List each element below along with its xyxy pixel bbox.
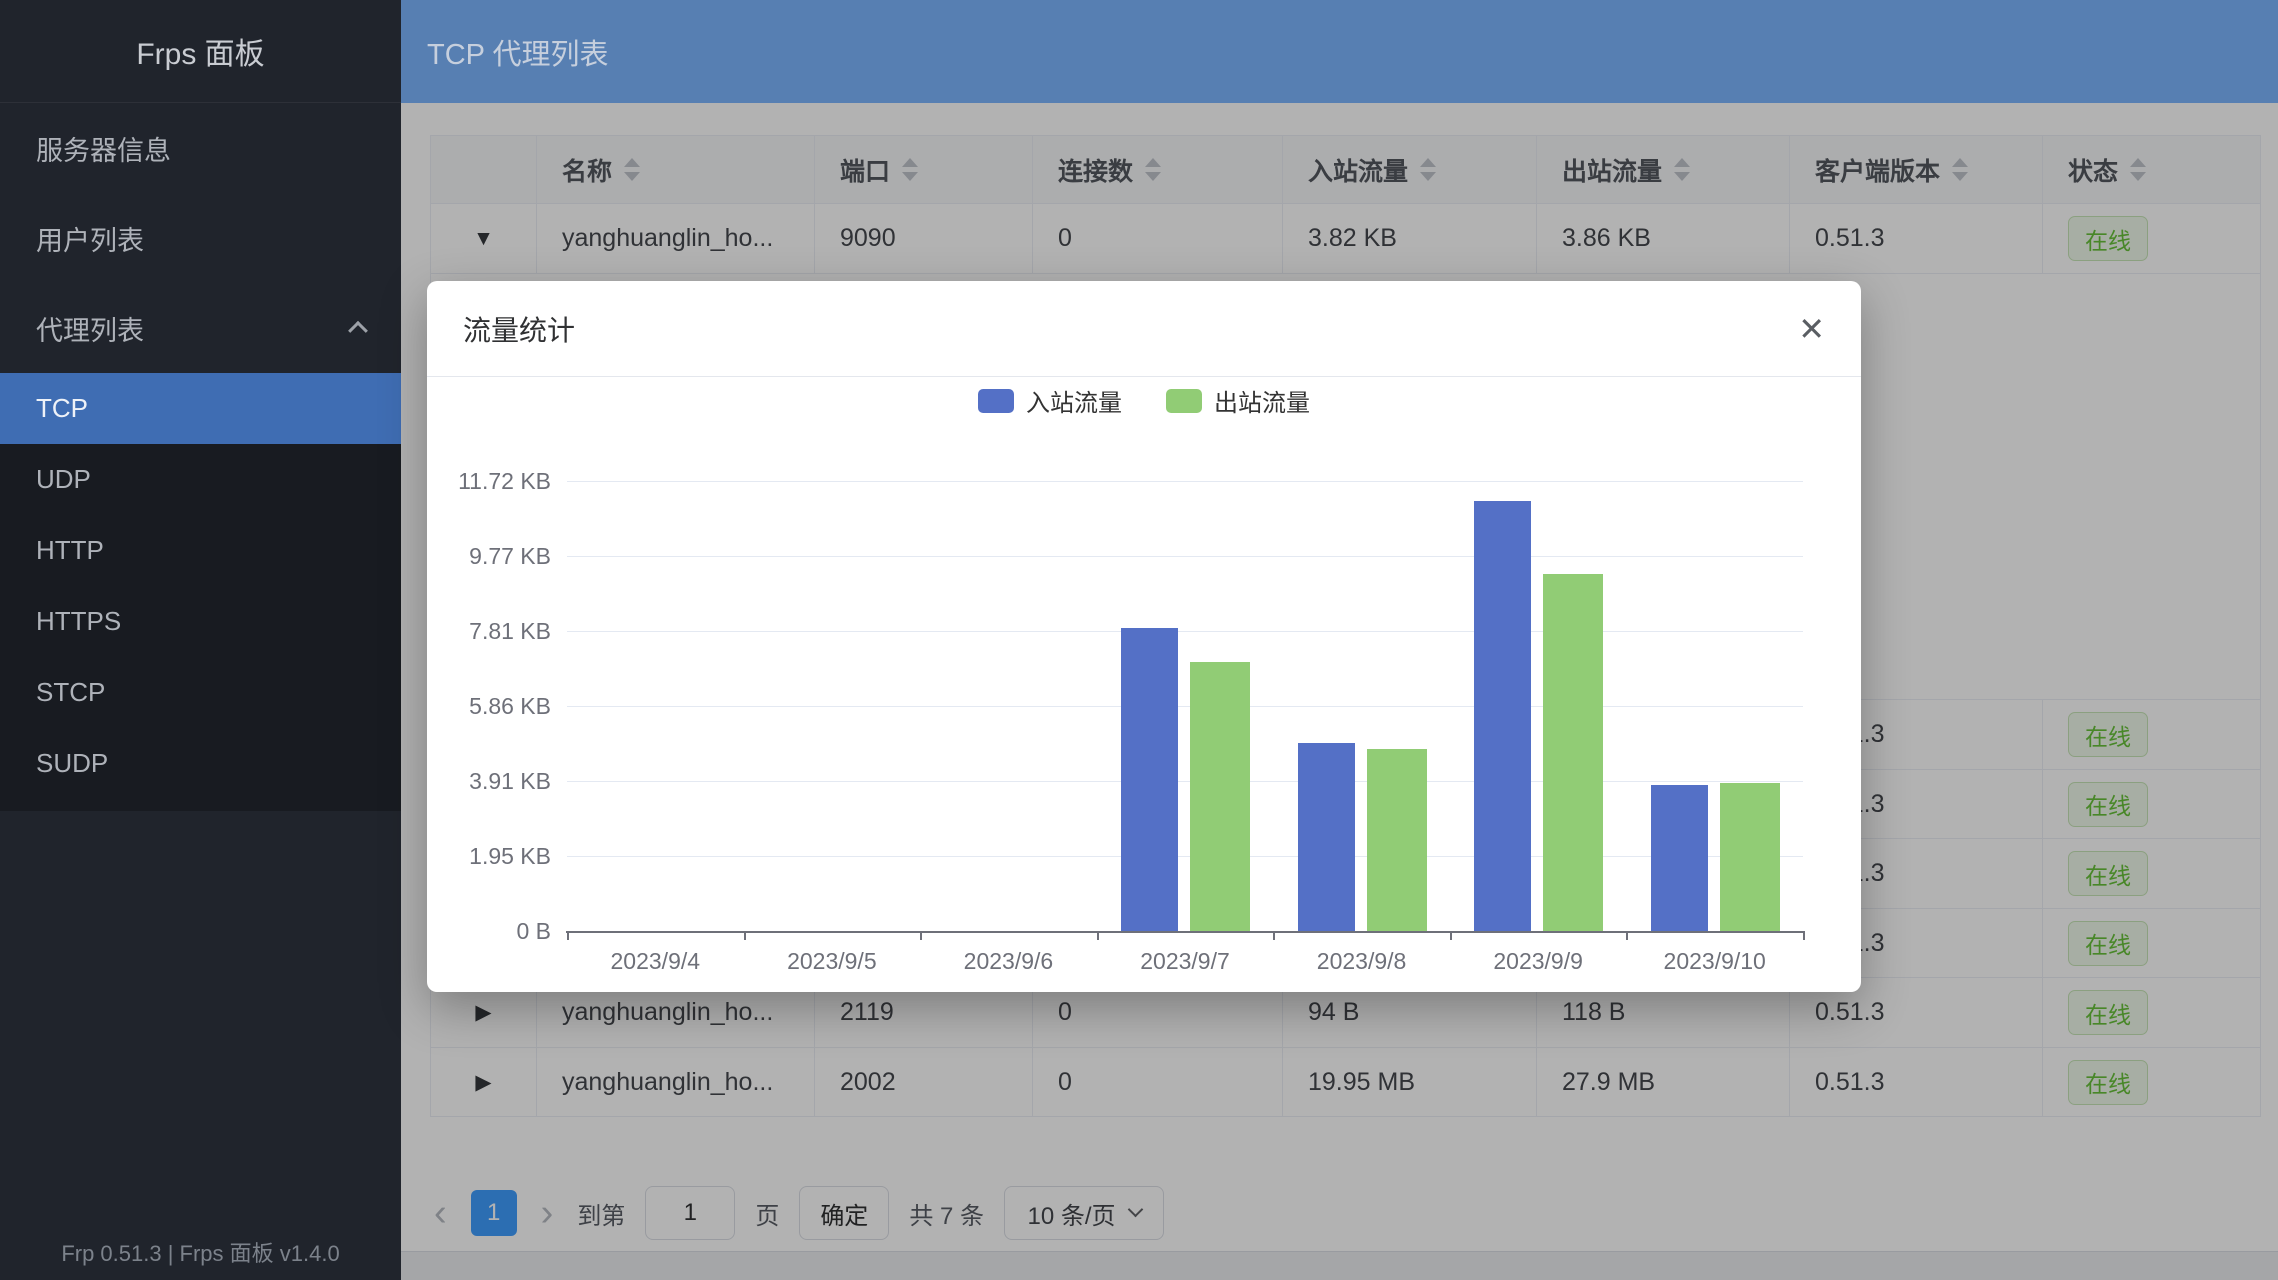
bar-inbound-2023/9/8 (1298, 743, 1355, 931)
x-axis-tick-label: 2023/9/5 (744, 947, 920, 975)
chart-gridline (567, 856, 1803, 857)
proxy-submenu: TCP UDP HTTP HTTPS STCP SUDP (0, 373, 401, 811)
x-axis-tick (1450, 931, 1452, 940)
y-axis-tick-label: 11.72 KB (427, 466, 551, 496)
y-axis-tick-label: 1.95 KB (427, 841, 551, 871)
bar-outbound-2023/9/10 (1720, 783, 1780, 931)
x-axis-tick (744, 931, 746, 940)
sidebar-item-user-list[interactable]: 用户列表 (0, 193, 401, 283)
chart-legend: 入站流量 出站流量 (427, 383, 1861, 418)
x-axis-tick (1097, 931, 1099, 940)
x-axis-tick (1273, 931, 1275, 940)
sidebar-item-https[interactable]: HTTPS (0, 586, 401, 657)
sidebar-item-label: HTTP (36, 535, 104, 566)
x-axis-tick (1803, 931, 1805, 940)
sidebar-item-udp[interactable]: UDP (0, 444, 401, 515)
y-axis-tick-label: 9.77 KB (427, 541, 551, 571)
sidebar-item-label: 代理列表 (36, 309, 144, 348)
bar-inbound-2023/9/7 (1121, 628, 1178, 931)
legend-label: 入站流量 (1026, 383, 1122, 418)
x-axis-tick-label: 2023/9/9 (1450, 947, 1626, 975)
sidebar-item-sudp[interactable]: SUDP (0, 728, 401, 799)
y-axis-tick-label: 5.86 KB (427, 691, 551, 721)
chart-gridline (567, 481, 1803, 482)
x-axis-tick (567, 931, 569, 940)
sidebar-item-label: UDP (36, 464, 91, 495)
legend-item-inbound[interactable]: 入站流量 (978, 383, 1122, 418)
bar-inbound-2023/9/9 (1474, 501, 1531, 931)
legend-swatch-inbound (978, 389, 1014, 413)
sidebar: Frps 面板 服务器信息 用户列表 代理列表 TCP UDP HTTP (0, 0, 401, 1280)
legend-item-outbound[interactable]: 出站流量 (1166, 383, 1310, 418)
x-axis-tick-label: 2023/9/6 (920, 947, 1096, 975)
x-axis-tick-label: 2023/9/8 (1274, 947, 1450, 975)
chevron-up-icon (348, 321, 368, 341)
x-axis-tick (1626, 931, 1628, 940)
sidebar-menu: 服务器信息 用户列表 代理列表 TCP UDP HTTP H (0, 103, 401, 811)
chart-gridline (567, 631, 1803, 632)
version-footer: Frp 0.51.3 | Frps 面板 v1.4.0 (0, 1236, 401, 1268)
chart-gridline (567, 781, 1803, 782)
bar-outbound-2023/9/8 (1367, 749, 1427, 931)
sidebar-item-tcp[interactable]: TCP (0, 373, 401, 444)
chart-gridline (567, 706, 1803, 707)
sidebar-item-label: HTTPS (36, 606, 121, 637)
bar-outbound-2023/9/7 (1190, 662, 1250, 931)
sidebar-item-proxy-list[interactable]: 代理列表 (0, 283, 401, 373)
frps-dashboard-app: Frps 面板 服务器信息 用户列表 代理列表 TCP UDP HTTP (0, 0, 2278, 1280)
page-header: TCP 代理列表 (401, 0, 2278, 103)
traffic-stats-dialog: 流量统计 ✕ 入站流量 出站流量 0 B1.95 KB3.91 KB5.86 K… (427, 281, 1861, 992)
y-axis-tick-label: 0 B (427, 916, 551, 946)
x-axis-tick-label: 2023/9/7 (1097, 947, 1273, 975)
x-axis-tick (920, 931, 922, 940)
x-axis-tick-label: 2023/9/10 (1627, 947, 1803, 975)
bar-inbound-2023/9/10 (1651, 785, 1708, 931)
bar-outbound-2023/9/9 (1543, 574, 1603, 931)
x-axis-tick-label: 2023/9/4 (567, 947, 743, 975)
y-axis-tick-label: 3.91 KB (427, 766, 551, 796)
legend-label: 出站流量 (1214, 383, 1310, 418)
sidebar-item-server-info[interactable]: 服务器信息 (0, 103, 401, 193)
sidebar-item-label: SUDP (36, 748, 108, 779)
sidebar-item-label: 用户列表 (36, 219, 144, 258)
sidebar-item-label: TCP (36, 393, 88, 424)
sidebar-item-label: STCP (36, 677, 105, 708)
legend-swatch-outbound (1166, 389, 1202, 413)
y-axis-tick-label: 7.81 KB (427, 616, 551, 646)
sidebar-item-stcp[interactable]: STCP (0, 657, 401, 728)
sidebar-item-http[interactable]: HTTP (0, 515, 401, 586)
sidebar-item-label: 服务器信息 (36, 129, 171, 168)
page-title: TCP 代理列表 (427, 31, 609, 73)
chart-gridline (567, 556, 1803, 557)
app-logo-title: Frps 面板 (0, 0, 401, 103)
x-axis-line (566, 931, 1804, 933)
